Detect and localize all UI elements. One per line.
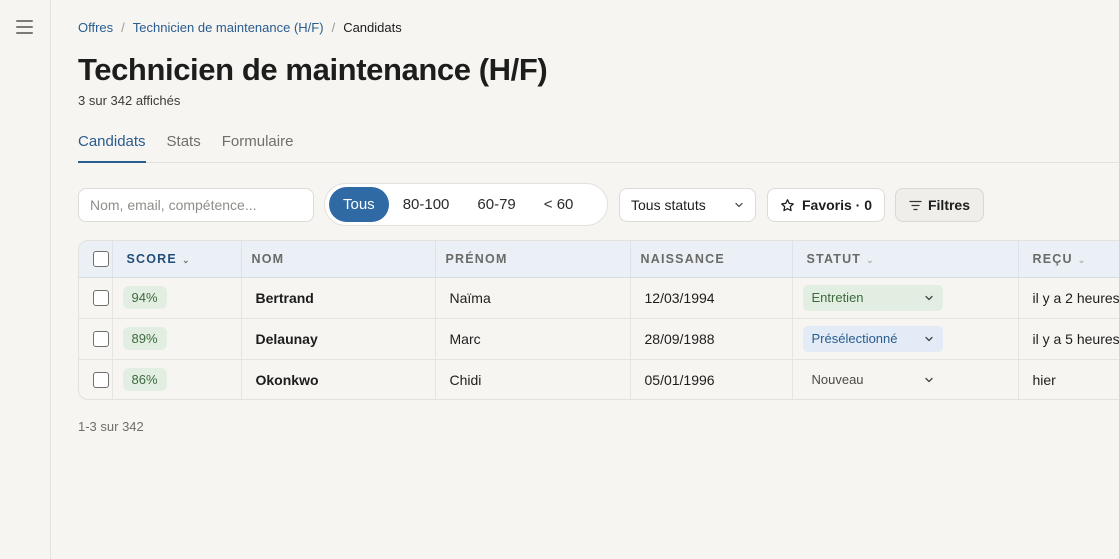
score-filter-under-60[interactable]: < 60	[530, 187, 588, 222]
recu-cell: il y a 5 heures	[1018, 318, 1119, 360]
table-header-row: SCORE ⌄ NOM PRÉNOM NAISSANCE STATUT ⌄ REÇU…	[79, 241, 1119, 278]
row-select-cell	[79, 318, 113, 360]
nom-cell: Bertrand	[241, 277, 436, 319]
column-header-statut[interactable]: STATUT ⌄	[792, 241, 1019, 278]
tab-formulaire[interactable]: Formulaire	[222, 133, 294, 162]
select-all-checkbox[interactable]	[93, 250, 109, 267]
tab-stats[interactable]: Stats	[167, 133, 201, 162]
candidates-table: SCORE ⌄ NOM PRÉNOM NAISSANCE STATUT ⌄ REÇU…	[78, 240, 1119, 400]
status-label: Présélectionné	[811, 331, 898, 346]
chevron-down-icon	[735, 202, 743, 208]
status-dropdown[interactable]: Présélectionné	[802, 325, 943, 352]
chevron-down-icon	[924, 377, 933, 382]
favorites-button[interactable]: Favoris · 0	[767, 188, 885, 222]
table-row[interactable]: 94% Bertrand Naïma 12/03/1994 Entretien …	[79, 277, 1119, 319]
score-filter-80-100[interactable]: 80-100	[389, 187, 464, 222]
status-select[interactable]: Tous statuts	[619, 188, 756, 222]
status-dropdown[interactable]: Nouveau	[803, 367, 943, 393]
breadcrumb-separator: /	[121, 20, 125, 35]
column-header-nom[interactable]: NOM	[241, 241, 436, 278]
score-badge: 94%	[122, 286, 167, 309]
column-header-prenom[interactable]: PRÉNOM	[435, 241, 631, 278]
status-label: Nouveau	[811, 372, 864, 388]
score-filter-group: Tous 80-100 60-79 < 60	[324, 183, 608, 226]
score-cell: 86%	[112, 359, 242, 399]
pagination-info: 1-3 sur 342	[78, 419, 144, 434]
prenom-cell: Naïma	[435, 277, 631, 319]
naissance-cell: 28/09/1988	[630, 318, 793, 360]
status-label: Entretien	[811, 290, 864, 305]
breadcrumb-link-offres[interactable]: Offres	[78, 20, 113, 35]
chevron-down-icon: ⌄	[181, 254, 190, 265]
row-checkbox[interactable]	[93, 331, 109, 348]
chevron-down-icon	[924, 336, 933, 341]
score-filter-all[interactable]: Tous	[329, 187, 389, 222]
prenom-cell: Marc	[435, 318, 631, 360]
chevron-down-icon	[924, 295, 933, 300]
nom-cell: Delaunay	[241, 318, 436, 360]
score-filter-60-79[interactable]: 60-79	[463, 187, 529, 222]
side-rail	[0, 0, 51, 559]
chevron-down-icon: ⌄	[866, 254, 874, 265]
status-dropdown[interactable]: Entretien	[802, 284, 943, 311]
breadcrumb-separator: /	[331, 20, 336, 35]
naissance-cell: 05/01/1996	[630, 359, 793, 399]
star-icon	[781, 198, 794, 211]
statut-cell: Entretien	[792, 277, 1019, 319]
statut-cell: Nouveau	[792, 359, 1019, 399]
filter-icon	[909, 200, 922, 210]
tab-bar: Candidats Stats Formulaire	[78, 133, 1119, 163]
column-header-recu[interactable]: REÇU ⌄	[1018, 241, 1119, 278]
score-badge: 86%	[122, 368, 167, 392]
menu-icon[interactable]	[16, 19, 34, 35]
row-select-cell	[79, 359, 113, 399]
row-checkbox[interactable]	[93, 372, 109, 389]
nom-cell: Okonkwo	[241, 359, 436, 399]
column-header-score[interactable]: SCORE ⌄	[112, 241, 242, 278]
prenom-cell: Chidi	[435, 359, 631, 399]
tab-candidats[interactable]: Candidats	[78, 133, 146, 163]
score-cell: 89%	[112, 318, 242, 360]
filters-label: Filtres	[927, 197, 970, 213]
row-select-cell	[79, 277, 113, 319]
breadcrumb: Offres / Technicien de maintenance (H/F)…	[78, 20, 402, 35]
recu-cell: il y a 2 heures	[1018, 277, 1119, 319]
score-badge: 89%	[122, 327, 167, 350]
status-select-value: Tous statuts	[631, 197, 706, 213]
select-all-cell	[79, 241, 113, 278]
row-checkbox[interactable]	[93, 290, 109, 307]
table-row[interactable]: 89% Delaunay Marc 28/09/1988 Présélectio…	[79, 318, 1119, 360]
filters-button[interactable]: Filtres	[895, 188, 984, 222]
recu-cell: hier	[1032, 371, 1056, 388]
naissance-cell: 12/03/1994	[630, 277, 793, 319]
results-count: 3 sur 342 affichés	[78, 93, 181, 108]
breadcrumb-link-offer[interactable]: Technicien de maintenance (H/F)	[133, 20, 324, 35]
breadcrumb-current: Candidats	[343, 20, 402, 35]
search-input[interactable]	[78, 188, 314, 222]
table-row[interactable]: 86% Okonkwo Chidi 05/01/1996 Nouveau hie…	[79, 359, 1119, 399]
main-content: Offres / Technicien de maintenance (H/F)…	[78, 0, 1119, 559]
column-header-naissance[interactable]: NAISSANCE	[630, 241, 793, 278]
statut-cell: Présélectionné	[792, 318, 1019, 360]
score-cell: 94%	[112, 277, 242, 319]
favorites-label: Favoris · 0	[801, 197, 873, 213]
chevron-down-icon: ⌄	[1077, 254, 1086, 265]
toolbar: Tous 80-100 60-79 < 60 Tous statuts Favo…	[78, 183, 1119, 227]
page-title: Technicien de maintenance (H/F)	[78, 52, 548, 87]
